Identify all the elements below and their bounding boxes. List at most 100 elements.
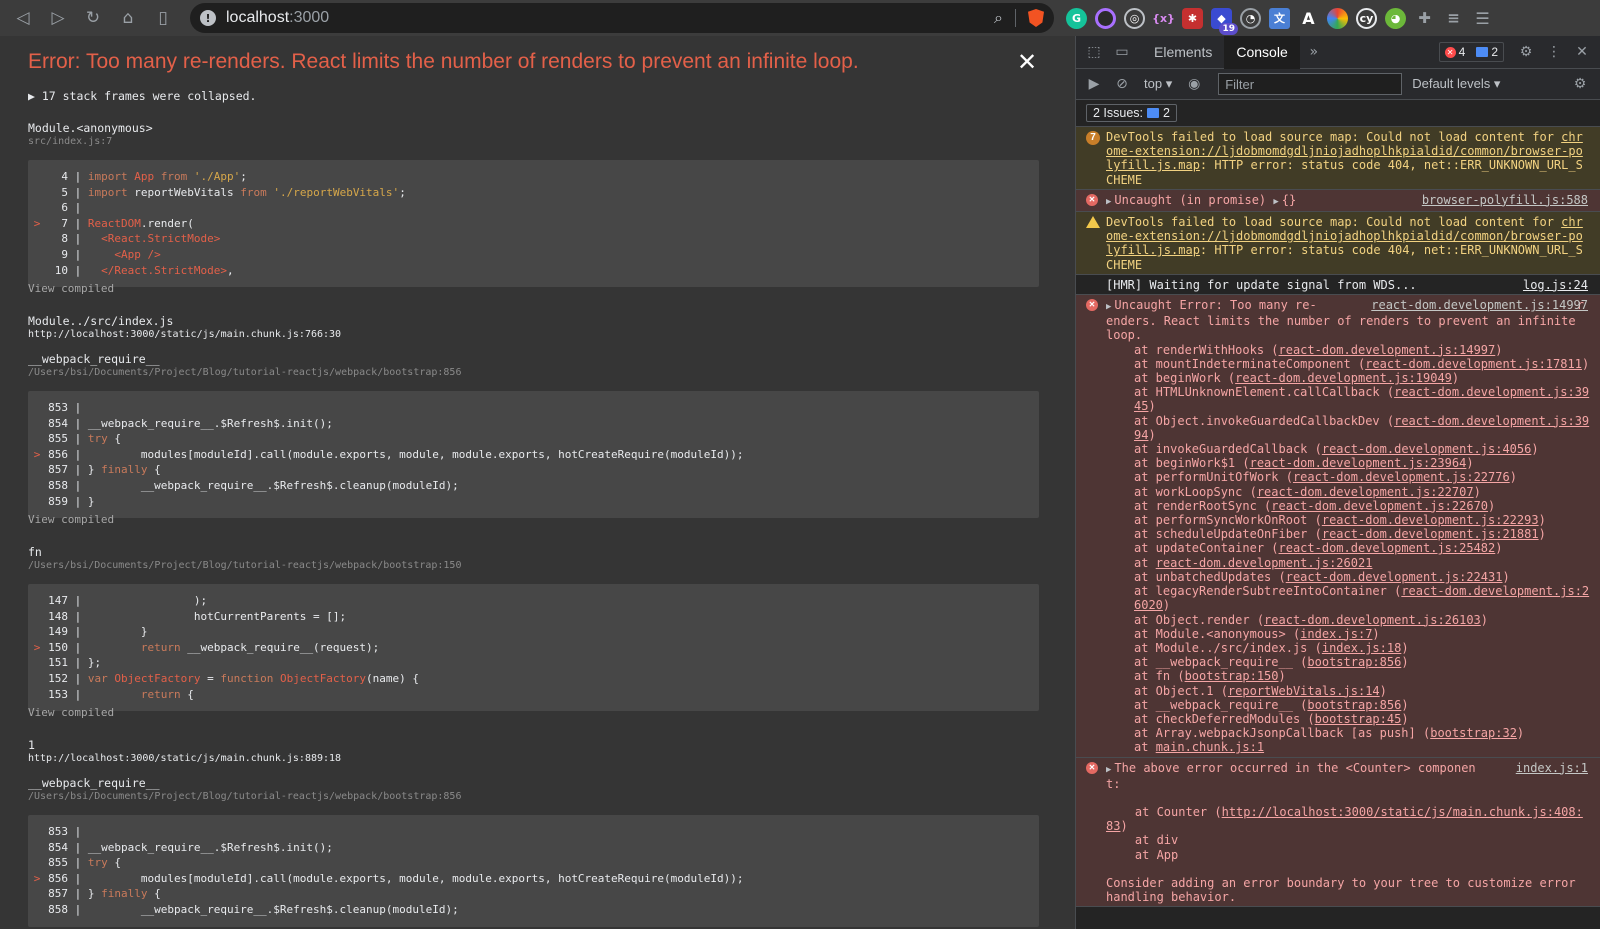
code-line: 857 | } finally { [48,887,161,901]
code-line: 5 | import reportWebVitals from './repor… [61,185,406,199]
warning-icon [1086,216,1100,229]
filter-input[interactable] [1218,73,1403,95]
code-snippet: 853 | 854 | __webpack_require__.$Refresh$… [28,815,1039,927]
error-boundary-message[interactable]: ✕ index.js:1 ▶ The above error occurred in … [1076,757,1600,908]
console-message[interactable]: log.js:24 [HMR] Waiting for update signal… [1076,274,1600,296]
kebab-menu-icon[interactable]: ⋮ [1540,38,1568,66]
error-overlay: Error: Too many re-renders. React limits… [0,36,1075,929]
console-message[interactable]: DevTools failed to load source map: Coul… [1076,212,1600,275]
tab-elements[interactable]: Elements [1142,36,1224,69]
font-icon[interactable]: A [1298,7,1319,29]
code-line: >7 | ReactDOM.render( [33,216,194,230]
back-icon[interactable]: ◁ [8,3,38,33]
menu-icon[interactable]: ☰ [1472,7,1493,29]
clear-console-icon[interactable]: ⊘ [1108,70,1136,98]
console-message[interactable]: 7 DevTools failed to load source map: Cou… [1076,127,1600,190]
close-devtools-icon[interactable]: ✕ [1568,38,1596,66]
issues-button[interactable]: 2 Issues: 2 [1086,104,1177,122]
extension-speed-icon[interactable]: ◔ [1240,7,1261,29]
source-link[interactable]: index.js:1 [1516,761,1588,775]
code-line: >856 | modules[moduleId].call(module.exp… [33,871,744,885]
console-message[interactable]: ✕ browser-polyfill.js:588 ▶ Uncaught (in pr… [1076,189,1600,213]
settings-icon[interactable]: ⚙ [1512,38,1540,66]
sidebar-toggle-icon[interactable]: ▶ [1080,70,1108,98]
forward-icon[interactable]: ▷ [43,3,73,33]
code-line: 854 | __webpack_require__.$Refresh$.init… [48,840,333,854]
color-picker-icon[interactable] [1327,7,1348,29]
code-line: 855 | try { [48,856,121,870]
extension-ring-icon[interactable] [1095,7,1116,29]
collapsed-frames-toggle[interactable]: ▶ 17 stack frames were collapsed. [28,89,256,103]
code-line: >150 | return __webpack_require__(reques… [33,640,380,654]
frame-source: http://localhost:3000/static/js/main.chu… [28,329,342,340]
brave-shield-icon[interactable] [1028,9,1044,27]
frame-title: 1 [28,738,35,752]
nav-buttons: ◁ ▷ ↻ ⌂ ▯ [8,3,178,33]
grammarly-icon[interactable]: G [1066,7,1087,29]
context-select[interactable]: top ▾ [1144,76,1172,92]
extension-redux-icon[interactable]: ◆ 19 [1211,7,1238,35]
source-link[interactable]: react-dom.development.js:14997 [1371,298,1588,312]
console-toolbar: ▶ ⊘ top ▾ ◉ Default levels ▾ ⚙ [1076,69,1600,100]
cypress-icon[interactable]: cy [1356,7,1377,29]
code-snippet: 4 | import App from './App'; 5 | import r… [28,160,1039,288]
frame-title: Module../src/index.js [28,314,174,328]
code-snippet: 853 | 854 | __webpack_require__.$Refresh$… [28,391,1039,519]
extension-bug-icon[interactable]: ✱ [1182,7,1203,29]
devtools-tabbar: ⬚ ▭ Elements Console » ✕ 4 2 ⚙ ⋮ ✕ [1076,36,1600,69]
close-icon[interactable]: ✕ [1017,48,1037,77]
error-title: Error: Too many re-renders. React limits… [28,50,859,73]
reading-list-icon[interactable]: ≡ [1443,7,1464,29]
frame-title: __webpack_require__ [28,352,160,366]
code-line: 153 | return { [48,687,194,701]
code-line: 8 | <React.StrictMode> [61,232,221,246]
code-line: 148 | hotCurrentParents = []; [48,609,347,623]
message-icon [1476,47,1489,57]
bookmark-icon[interactable]: ▯ [148,3,178,33]
eye-icon[interactable]: ◉ [1180,70,1208,98]
frame-source: http://localhost:3000/static/js/main.chu… [28,753,342,764]
puzzle-icon[interactable]: ✚ [1414,7,1435,29]
error-icon: ✕ [1086,299,1098,312]
code-snippet: 147 | ); 148 | hotCurrentParents = []; 149… [28,584,1039,712]
console-settings-icon[interactable]: ⚙ [1566,70,1594,98]
view-compiled-link[interactable]: View compiled [28,513,114,526]
view-compiled-link[interactable]: View compiled [28,706,114,719]
divider [1015,9,1016,27]
device-toolbar-icon[interactable]: ▭ [1108,38,1136,66]
source-link[interactable]: browser-polyfill.js:588 [1422,193,1588,207]
tab-console[interactable]: Console [1224,36,1300,69]
home-icon[interactable]: ⌂ [113,3,143,33]
message-count: 2 [1491,45,1498,59]
translate-icon[interactable]: 文 [1269,7,1290,29]
code-line: >856 | modules[moduleId].call(module.exp… [33,447,744,461]
url-text[interactable]: localhost:3000 [226,9,994,27]
more-tabs-icon[interactable]: » [1300,38,1328,66]
repeat-count-badge: 7 [1086,131,1100,145]
inspect-icon[interactable]: ⬚ [1080,38,1108,66]
error-icon: ✕ [1086,193,1098,206]
site-info-icon[interactable]: ! [200,10,216,26]
code-line: 858 | __webpack_require__.$Refresh$.clea… [48,478,459,492]
source-link[interactable]: log.js:24 [1523,278,1588,292]
extension-frog-icon[interactable]: ◕ [1385,7,1406,29]
devtools-panel: ⬚ ▭ Elements Console » ✕ 4 2 ⚙ ⋮ ✕ ▶ ⊘ t… [1075,36,1600,929]
code-line: 10 | </React.StrictMode>, [54,263,234,277]
reload-icon[interactable]: ↻ [78,3,108,33]
view-compiled-link[interactable]: View compiled [28,282,114,295]
code-line: 853 | [48,825,82,838]
extension-target-icon[interactable]: ◎ [1124,7,1145,29]
address-bar[interactable]: ! localhost:3000 ⌕ [190,3,1054,33]
uncaught-error-message[interactable]: ✕ react-dom.development.js:14997 ▶ Uncaught… [1076,295,1600,758]
error-icon: ✕ [1444,46,1456,58]
extension-braces-icon[interactable]: {x} [1152,7,1175,29]
error-count: 4 [1458,45,1466,59]
zoom-icon[interactable]: ⌕ [994,8,1003,28]
frame-title: __webpack_require__ [28,776,160,790]
log-levels-select[interactable]: Default levels ▾ [1412,76,1500,92]
extensions-bar: G ◎ {x} ✱ ◆ 19 ◔ 文 A cy ◕ ✚ ≡ ☰ [1066,7,1493,35]
error-icon: ✕ [1086,761,1098,774]
code-line: 859 | } [48,494,95,508]
frame-source: /Users/bsi/Documents/Project/Blog/tutori… [28,560,462,571]
error-counter[interactable]: ✕ 4 2 [1438,42,1504,62]
